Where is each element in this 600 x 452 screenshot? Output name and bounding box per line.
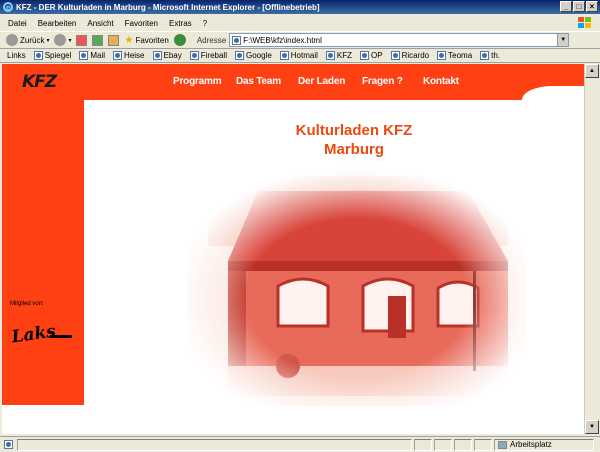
address-dropdown-button[interactable]: ▼	[557, 34, 569, 46]
nav-das-team[interactable]: Das Team	[236, 76, 281, 87]
scroll-down-button[interactable]: ▼	[585, 420, 599, 434]
status-cell	[454, 438, 472, 451]
stop-button[interactable]	[76, 34, 88, 46]
maximize-button[interactable]: □	[573, 1, 585, 12]
link-kfz[interactable]: KFZ	[325, 51, 352, 60]
link-fireball[interactable]: Fireball	[189, 51, 227, 60]
menu-help[interactable]: ?	[203, 19, 207, 28]
menu-favoriten[interactable]: Favoriten	[125, 19, 158, 28]
sidebar-band	[2, 64, 84, 405]
favorites-button[interactable]: ★ Favoriten	[124, 35, 168, 46]
page-icon	[325, 51, 335, 60]
page-icon	[360, 51, 369, 60]
link-op[interactable]: OP	[360, 51, 383, 60]
vertical-scrollbar[interactable]: ▲ ▼	[584, 64, 599, 434]
page-icon	[234, 51, 244, 60]
kfz-logo[interactable]: KFZ	[22, 72, 57, 92]
title-line-2: Marburg	[324, 141, 384, 158]
laks-logo[interactable]: Laks	[10, 318, 74, 348]
close-button[interactable]: ×	[586, 1, 598, 12]
address-bar[interactable]: F:\WEB\kfz\index.html ▼	[229, 33, 570, 47]
menu-datei[interactable]: Datei	[8, 19, 27, 28]
page-icon	[189, 51, 199, 60]
media-icon	[173, 34, 186, 46]
menu-ansicht[interactable]: Ansicht	[87, 19, 113, 28]
status-bar: Arbeitsplatz	[0, 436, 600, 452]
nav-der-laden[interactable]: Der Laden	[298, 76, 345, 87]
window-title: KFZ - DER Kulturladen in Marburg - Micro…	[16, 2, 320, 12]
title-bar: e KFZ - DER Kulturladen in Marburg - Mic…	[0, 0, 600, 14]
building-photo	[188, 166, 526, 406]
windows-logo-icon	[578, 17, 591, 28]
scroll-up-button[interactable]: ▲	[585, 64, 599, 78]
status-cell	[434, 438, 452, 451]
nav-kontakt[interactable]: Kontakt	[423, 76, 459, 87]
link-ricardo[interactable]: Ricardo	[390, 51, 429, 60]
header-band	[2, 64, 584, 100]
back-button[interactable]: Zurück ▾	[6, 34, 49, 46]
title-line-1: Kulturladen KFZ	[295, 122, 413, 139]
minimize-button[interactable]: _	[560, 1, 572, 12]
page-icon	[279, 51, 289, 60]
menu-bar: Datei Bearbeiten Ansicht Favoriten Extra…	[0, 16, 600, 30]
laks-logo-text: Laks	[10, 321, 57, 347]
page-icon	[33, 51, 43, 60]
stop-icon	[76, 34, 88, 46]
member-label: Mitglied von:	[10, 301, 44, 307]
page-icon	[480, 51, 490, 60]
page-icon	[152, 51, 162, 60]
status-cell	[414, 438, 432, 451]
page-icon	[113, 51, 123, 60]
status-text	[17, 438, 412, 451]
link-google[interactable]: Google	[234, 51, 272, 60]
zone-label: Arbeitsplatz	[510, 440, 552, 449]
page-viewport: KFZ Programm Das Team Der Laden Fragen ?…	[2, 64, 584, 434]
address-label: Adresse	[196, 35, 227, 45]
page-title: Kulturladen KFZ Marburg	[254, 121, 454, 159]
link-mail[interactable]: Mail	[79, 51, 105, 60]
home-button[interactable]	[108, 34, 120, 46]
computer-icon	[498, 440, 507, 449]
menu-extras[interactable]: Extras	[169, 19, 192, 28]
refresh-button[interactable]	[92, 34, 104, 46]
forward-button[interactable]: ▾	[54, 34, 71, 46]
forward-arrow-icon	[54, 34, 67, 46]
ie-icon: e	[3, 2, 13, 12]
refresh-icon	[92, 34, 104, 46]
back-arrow-icon	[6, 34, 18, 46]
home-icon	[108, 34, 120, 46]
menu-bearbeiten[interactable]: Bearbeiten	[38, 19, 77, 28]
link-heise[interactable]: Heise	[113, 51, 145, 60]
media-button[interactable]	[173, 34, 186, 46]
browser-window: e KFZ - DER Kulturladen in Marburg - Mic…	[0, 0, 600, 452]
nav-fragen[interactable]: Fragen ?	[362, 76, 403, 87]
status-cell	[474, 438, 492, 451]
link-teoma[interactable]: Teoma	[437, 51, 472, 60]
link-ebay[interactable]: Ebay	[152, 51, 182, 60]
links-bar: Links Spiegel Mail Heise Ebay Fireball G…	[0, 49, 600, 63]
svg-text:e: e	[6, 3, 11, 12]
zone-cell: Arbeitsplatz	[494, 438, 594, 451]
page-icon	[79, 51, 89, 60]
page-icon	[232, 35, 242, 45]
nav-programm[interactable]: Programm	[173, 76, 222, 87]
page-done-icon	[4, 440, 13, 449]
link-th[interactable]: th.	[480, 51, 500, 60]
page-icon	[390, 51, 400, 60]
star-icon: ★	[124, 34, 134, 46]
page-icon	[437, 51, 447, 60]
standard-toolbar: Zurück ▾ ▾ ★ Favoriten Adresse F:\WEB\kfz…	[0, 31, 600, 49]
link-hotmail[interactable]: Hotmail	[279, 51, 318, 60]
address-value: F:\WEB\kfz\index.html	[243, 35, 322, 45]
links-label: Links	[7, 51, 26, 60]
link-spiegel[interactable]: Spiegel	[33, 51, 71, 60]
